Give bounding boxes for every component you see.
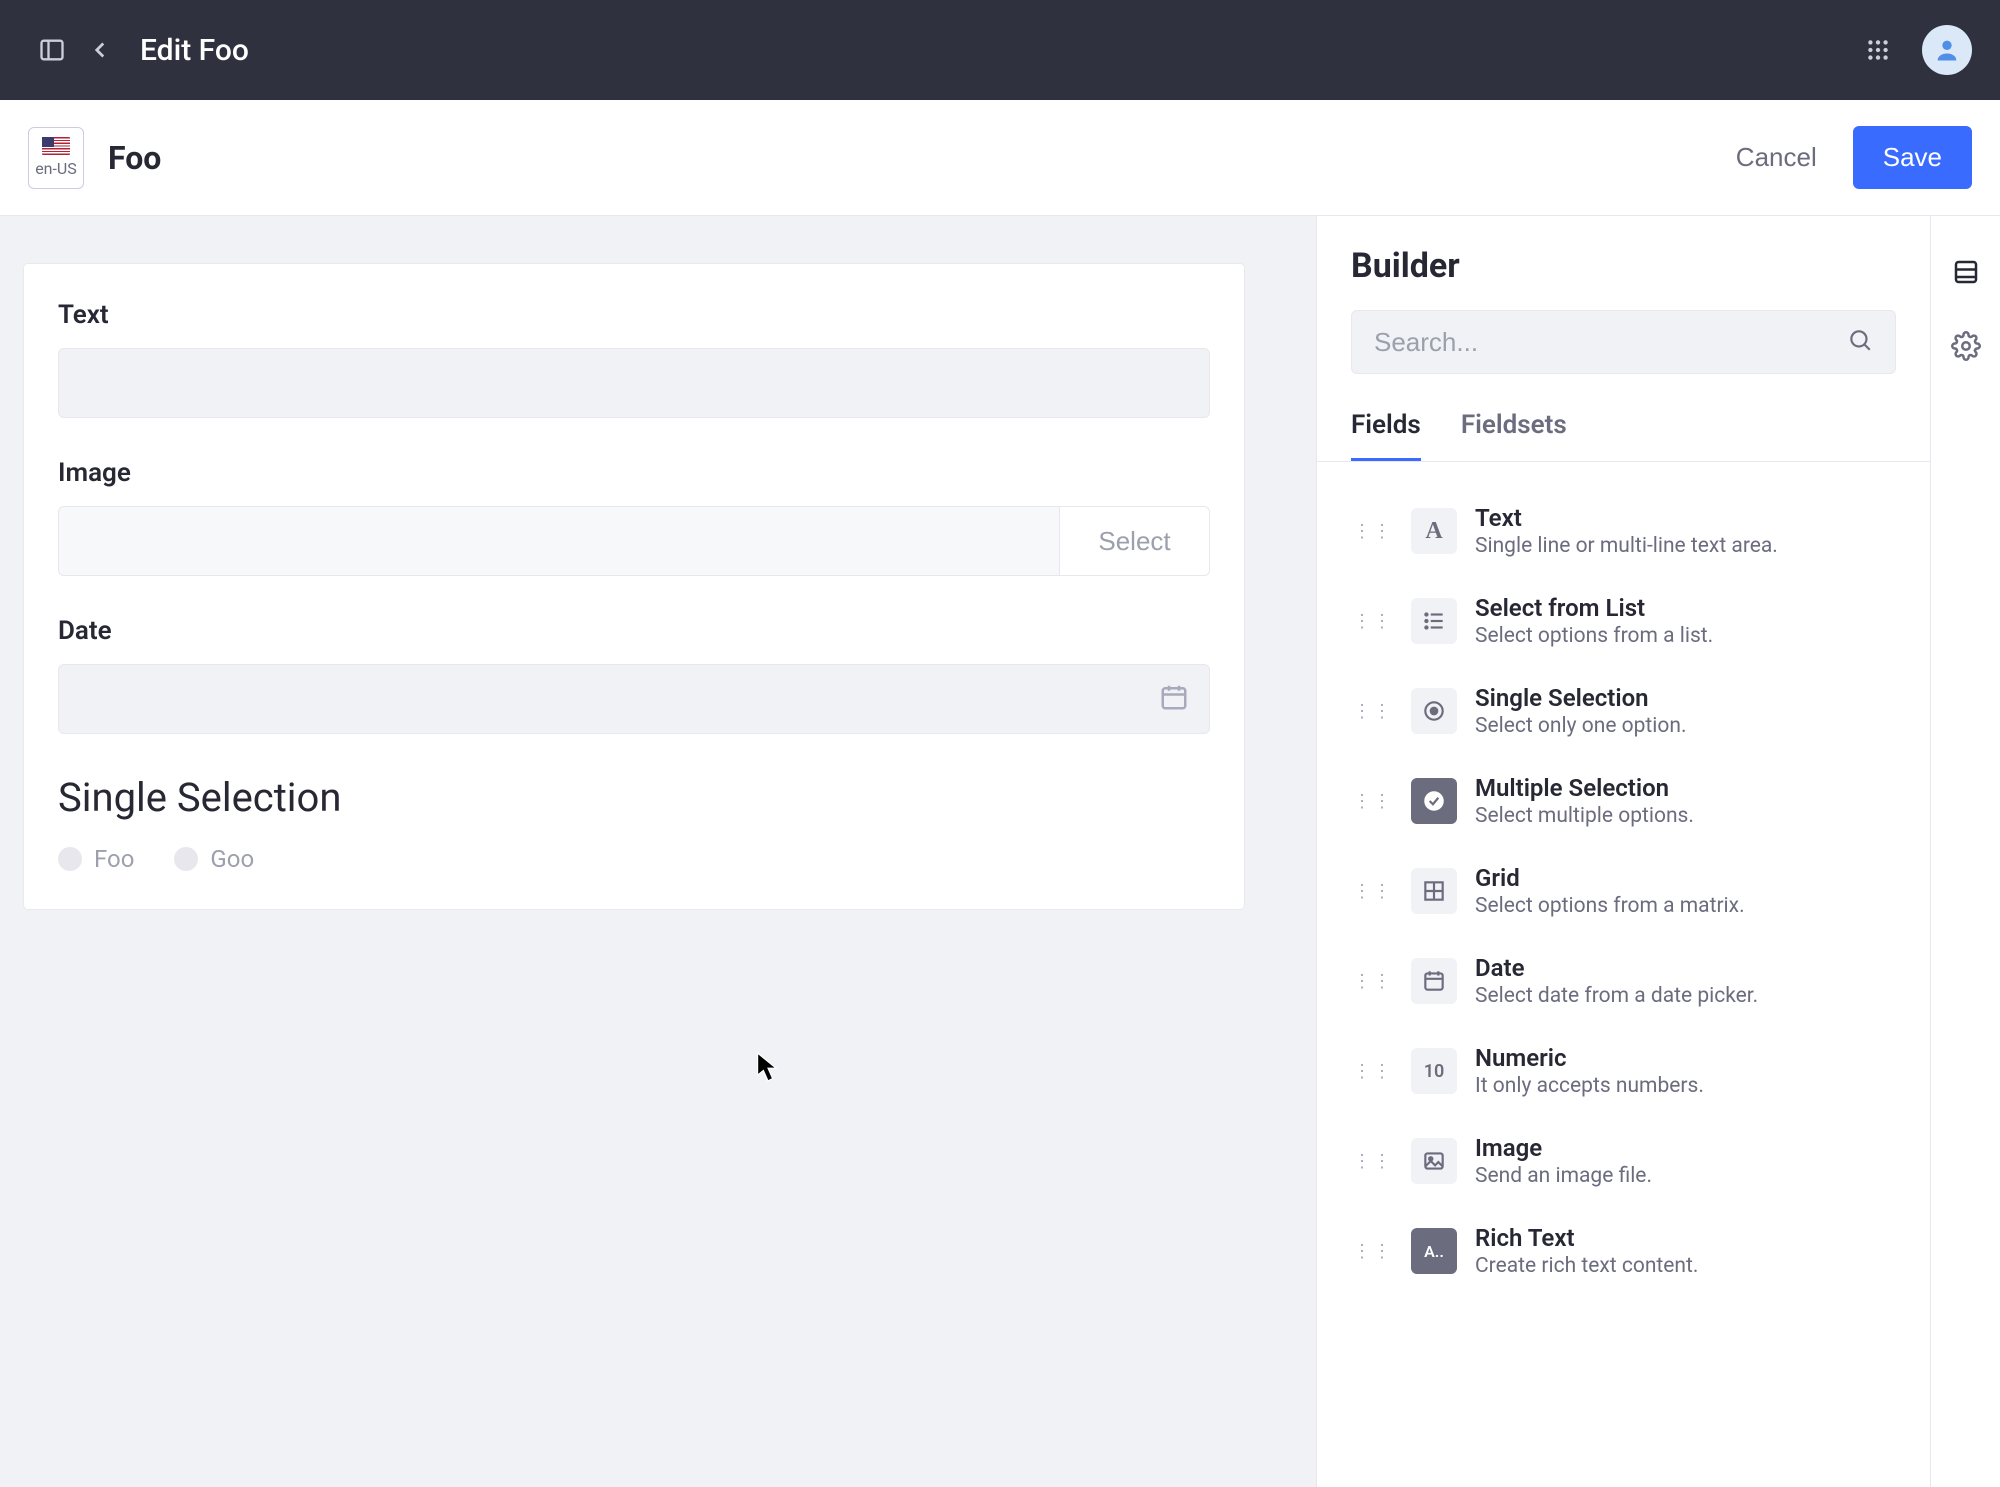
field-single-selection[interactable]: Single Selection Foo Goo bbox=[58, 774, 1210, 873]
field-type-item[interactable]: ⋮⋮ DateSelect date from a date picker. bbox=[1345, 936, 1906, 1026]
field-label: Text bbox=[58, 300, 1210, 330]
date-input[interactable] bbox=[58, 664, 1210, 734]
field-type-list: ⋮⋮ A TextSingle line or multi-line text ar… bbox=[1317, 462, 1930, 1487]
form-canvas: Text Image Select Date Single bbox=[0, 216, 1316, 1487]
field-type-item[interactable]: ⋮⋮ Single SelectionSelect only one option… bbox=[1345, 666, 1906, 756]
field-type-icon bbox=[1411, 778, 1457, 824]
field-type-name: Multiple Selection bbox=[1475, 774, 1694, 802]
text-input[interactable] bbox=[58, 348, 1210, 418]
radio-icon bbox=[174, 847, 198, 871]
subheader: en-US Foo Cancel Save bbox=[0, 100, 2000, 216]
sidebar-toggle-icon[interactable] bbox=[28, 26, 76, 74]
save-button[interactable]: Save bbox=[1853, 126, 1972, 189]
field-type-icon bbox=[1411, 958, 1457, 1004]
builder-tabs: Fields Fieldsets bbox=[1317, 392, 1930, 462]
radio-option[interactable]: Goo bbox=[174, 845, 254, 873]
field-type-icon bbox=[1411, 598, 1457, 644]
field-type-item[interactable]: ⋮⋮ 10 NumericIt only accepts numbers. bbox=[1345, 1026, 1906, 1116]
tab-fieldsets[interactable]: Fieldsets bbox=[1461, 392, 1567, 461]
field-type-desc: Select date from a date picker. bbox=[1475, 984, 1758, 1008]
drag-handle-icon: ⋮⋮ bbox=[1353, 971, 1393, 992]
main-area: Text Image Select Date Single bbox=[0, 216, 2000, 1487]
page-title: Foo bbox=[108, 139, 161, 177]
field-type-desc: Single line or multi-line text area. bbox=[1475, 534, 1778, 558]
user-avatar[interactable] bbox=[1922, 25, 1972, 75]
back-button[interactable] bbox=[76, 26, 124, 74]
drag-handle-icon: ⋮⋮ bbox=[1353, 1061, 1393, 1082]
cancel-button[interactable]: Cancel bbox=[1712, 126, 1841, 189]
field-type-name: Numeric bbox=[1475, 1044, 1704, 1072]
field-type-icon: A bbox=[1411, 508, 1457, 554]
radio-label: Goo bbox=[210, 845, 254, 873]
field-type-name: Rich Text bbox=[1475, 1224, 1698, 1252]
builder-panel: Builder Fields Fieldsets ⋮⋮ A TextSingle l… bbox=[1316, 216, 1930, 1487]
topbar: Edit Foo bbox=[0, 0, 2000, 100]
single-selection-heading: Single Selection bbox=[58, 774, 1210, 821]
field-type-desc: Select only one option. bbox=[1475, 714, 1687, 738]
field-type-desc: Create rich text content. bbox=[1475, 1254, 1698, 1278]
field-type-icon: A.. bbox=[1411, 1228, 1457, 1274]
field-type-item[interactable]: ⋮⋮ Multiple SelectionSelect multiple opti… bbox=[1345, 756, 1906, 846]
builder-title: Builder bbox=[1317, 246, 1930, 310]
field-type-item[interactable]: ⋮⋮ A.. Rich TextCreate rich text content. bbox=[1345, 1206, 1906, 1296]
field-type-icon bbox=[1411, 688, 1457, 734]
field-type-desc: Select options from a list. bbox=[1475, 624, 1713, 648]
field-type-desc: Send an image file. bbox=[1475, 1164, 1652, 1188]
radio-option[interactable]: Foo bbox=[58, 845, 134, 873]
form-card: Text Image Select Date Single bbox=[24, 264, 1244, 909]
radio-icon bbox=[58, 847, 82, 871]
field-type-item[interactable]: ⋮⋮ Select from ListSelect options from a … bbox=[1345, 576, 1906, 666]
image-file-area[interactable] bbox=[59, 507, 1059, 575]
tab-fields[interactable]: Fields bbox=[1351, 392, 1421, 461]
field-type-icon bbox=[1411, 868, 1457, 914]
field-type-name: Single Selection bbox=[1475, 684, 1687, 712]
field-type-desc: Select multiple options. bbox=[1475, 804, 1694, 828]
settings-icon[interactable] bbox=[1944, 324, 1988, 368]
image-upload: Select bbox=[58, 506, 1210, 576]
field-image[interactable]: Image Select bbox=[58, 458, 1210, 576]
drag-handle-icon: ⋮⋮ bbox=[1353, 1241, 1393, 1262]
field-type-name: Date bbox=[1475, 954, 1758, 982]
field-type-name: Text bbox=[1475, 504, 1778, 532]
page-breadcrumb: Edit Foo bbox=[140, 33, 249, 68]
image-select-button[interactable]: Select bbox=[1059, 507, 1209, 575]
field-date[interactable]: Date bbox=[58, 616, 1210, 734]
field-type-item[interactable]: ⋮⋮ ImageSend an image file. bbox=[1345, 1116, 1906, 1206]
field-type-name: Select from List bbox=[1475, 594, 1713, 622]
drag-handle-icon: ⋮⋮ bbox=[1353, 881, 1393, 902]
field-label: Date bbox=[58, 616, 1210, 646]
field-type-icon: 10 bbox=[1411, 1048, 1457, 1094]
radio-label: Foo bbox=[94, 845, 134, 873]
field-type-item[interactable]: ⋮⋮ GridSelect options from a matrix. bbox=[1345, 846, 1906, 936]
flag-us-icon bbox=[42, 137, 70, 155]
search-icon bbox=[1847, 327, 1873, 357]
field-type-desc: Select options from a matrix. bbox=[1475, 894, 1745, 918]
field-type-icon bbox=[1411, 1138, 1457, 1184]
field-text[interactable]: Text bbox=[58, 300, 1210, 418]
field-type-item[interactable]: ⋮⋮ A TextSingle line or multi-line text ar… bbox=[1345, 486, 1906, 576]
field-label: Image bbox=[58, 458, 1210, 488]
right-rail bbox=[1930, 216, 2000, 1487]
locale-label: en-US bbox=[35, 159, 77, 178]
builder-tab-icon[interactable] bbox=[1944, 250, 1988, 294]
field-type-name: Grid bbox=[1475, 864, 1745, 892]
field-type-desc: It only accepts numbers. bbox=[1475, 1074, 1704, 1098]
locale-selector[interactable]: en-US bbox=[28, 127, 84, 189]
field-type-name: Image bbox=[1475, 1134, 1652, 1162]
drag-handle-icon: ⋮⋮ bbox=[1353, 701, 1393, 722]
drag-handle-icon: ⋮⋮ bbox=[1353, 521, 1393, 542]
radio-group: Foo Goo bbox=[58, 845, 1210, 873]
drag-handle-icon: ⋮⋮ bbox=[1353, 1151, 1393, 1172]
calendar-icon bbox=[1159, 682, 1189, 716]
drag-handle-icon: ⋮⋮ bbox=[1353, 611, 1393, 632]
search-input[interactable] bbox=[1374, 327, 1847, 358]
builder-search[interactable] bbox=[1351, 310, 1896, 374]
apps-grid-icon[interactable] bbox=[1854, 26, 1902, 74]
drag-handle-icon: ⋮⋮ bbox=[1353, 791, 1393, 812]
